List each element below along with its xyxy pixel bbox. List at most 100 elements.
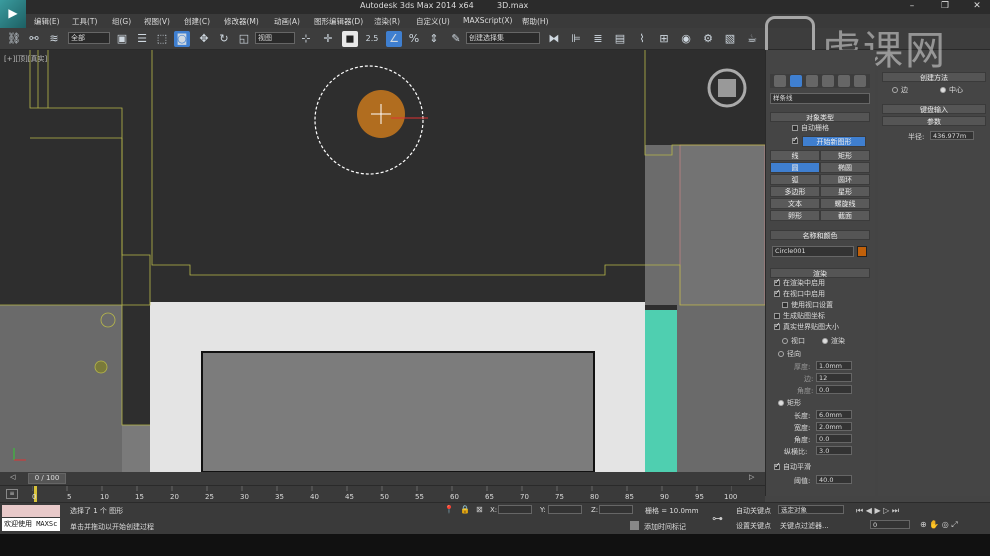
length-input[interactable]: 6.0mm bbox=[816, 410, 852, 419]
helix-button[interactable]: 螺旋线 bbox=[820, 198, 870, 209]
spinner-snap-icon[interactable]: ⇕ bbox=[426, 31, 442, 47]
reference-coord-dropdown[interactable]: 视图 bbox=[255, 32, 295, 44]
menu-tools[interactable]: 工具(T) bbox=[72, 16, 97, 27]
auto-smooth-checkbox[interactable] bbox=[774, 461, 781, 470]
section-button[interactable]: 截面 bbox=[820, 210, 870, 221]
center-radio[interactable] bbox=[940, 87, 946, 93]
rotate-icon[interactable]: ↻ bbox=[216, 31, 232, 47]
key-filters-button[interactable]: 关键点过滤器... bbox=[780, 521, 829, 531]
generate-mapping-checkbox[interactable] bbox=[774, 313, 780, 319]
menu-views[interactable]: 视图(V) bbox=[144, 16, 170, 27]
render-setup-icon[interactable]: ⚙ bbox=[700, 31, 716, 47]
width-input[interactable]: 2.0mm bbox=[816, 422, 852, 431]
name-color-header[interactable]: 名称和颜色 bbox=[770, 230, 870, 240]
donut-button[interactable]: 圆环 bbox=[820, 174, 870, 185]
key-icon[interactable]: ⊶ bbox=[712, 512, 723, 525]
named-selection-dropdown[interactable]: 创建选择集 bbox=[466, 32, 540, 44]
select-by-name-icon[interactable]: ☰ bbox=[134, 31, 150, 47]
rendering-header[interactable]: 渲染 bbox=[770, 268, 870, 278]
object-color-swatch[interactable] bbox=[857, 246, 867, 257]
systems-icon[interactable] bbox=[854, 75, 866, 87]
percent-snap-icon[interactable]: % bbox=[406, 31, 422, 47]
parameters-header[interactable]: 参数 bbox=[882, 116, 986, 126]
select-manipulate-icon[interactable]: ✛ bbox=[320, 31, 336, 47]
helpers-icon[interactable] bbox=[838, 75, 850, 87]
viewport-radio[interactable] bbox=[782, 338, 788, 344]
close-icon[interactable]: ✕ bbox=[970, 1, 984, 13]
viewport-label[interactable]: [+][顶][真实] bbox=[4, 54, 47, 64]
layer-manager-icon[interactable]: ≣ bbox=[590, 31, 606, 47]
move-icon[interactable]: ✥ bbox=[196, 31, 212, 47]
graphite-toggle-icon[interactable]: ▤ bbox=[612, 31, 628, 47]
selected-object-dropdown[interactable]: 选定对象 bbox=[778, 505, 844, 514]
egg-button[interactable]: 卵形 bbox=[770, 210, 820, 221]
pin-icon[interactable]: 📍 bbox=[444, 505, 454, 514]
render-production-icon[interactable]: ☕ bbox=[744, 31, 760, 47]
time-prev-icon[interactable]: ◁ bbox=[10, 473, 24, 484]
viewcube-icon[interactable] bbox=[718, 79, 736, 97]
start-new-shape-checkbox[interactable] bbox=[792, 135, 799, 144]
align-icon[interactable]: ⊫ bbox=[568, 31, 584, 47]
menu-group[interactable]: 组(G) bbox=[112, 16, 131, 27]
enable-in-viewport-checkbox[interactable] bbox=[774, 288, 781, 297]
menu-rendering[interactable]: 渲染(R) bbox=[374, 16, 400, 27]
menu-edit[interactable]: 编辑(E) bbox=[34, 16, 60, 27]
shapes-icon[interactable] bbox=[790, 75, 802, 87]
schematic-view-icon[interactable]: ⊞ bbox=[656, 31, 672, 47]
arc-button[interactable]: 弧 bbox=[770, 174, 820, 185]
object-type-header[interactable]: 对象类型 bbox=[770, 112, 870, 122]
text-button[interactable]: 文本 bbox=[770, 198, 820, 209]
edge-radio[interactable] bbox=[892, 87, 898, 93]
ngon-button[interactable]: 多边形 bbox=[770, 186, 820, 197]
curve-editor-icon[interactable]: ⌇ bbox=[634, 31, 650, 47]
rectangular-radio[interactable] bbox=[778, 400, 784, 406]
window-crossing-icon[interactable]: ◙ bbox=[174, 31, 190, 47]
star-button[interactable]: 星形 bbox=[820, 186, 870, 197]
nav-controls[interactable]: ⊕ ✋ ◎ ⤢ bbox=[920, 520, 958, 530]
track-bar[interactable]: ≡ 0 5 10 15 20 25 30 35 40 45 50 55 60 6… bbox=[0, 485, 765, 502]
radial-angle-input[interactable]: 0.0 bbox=[816, 385, 852, 394]
lock-icon[interactable]: 🔒 bbox=[460, 505, 470, 514]
enable-in-renderer-checkbox[interactable] bbox=[774, 277, 781, 286]
add-time-tag[interactable]: 添加时间标记 bbox=[644, 522, 686, 532]
create-category-icons[interactable] bbox=[770, 74, 870, 88]
auto-grid-checkbox[interactable] bbox=[792, 125, 798, 131]
aspect-input[interactable]: 3.0 bbox=[816, 446, 852, 455]
select-link-icon[interactable]: ⛓ bbox=[6, 31, 22, 47]
edit-named-selection-icon[interactable]: ✎ bbox=[448, 31, 464, 47]
radial-radio[interactable] bbox=[778, 351, 784, 357]
absolute-mode-icon[interactable]: ⊠ bbox=[476, 505, 483, 514]
auto-key-button[interactable]: 自动关键点 bbox=[736, 506, 771, 516]
top-viewport[interactable]: [+][顶][真实] bbox=[0, 50, 765, 472]
sides-input[interactable]: 12 bbox=[816, 373, 852, 382]
ellipse-button[interactable]: 椭圆 bbox=[820, 162, 870, 173]
lights-icon[interactable] bbox=[806, 75, 818, 87]
keyboard-shortcut-override-icon[interactable]: ◼ bbox=[342, 31, 358, 47]
start-new-shape-button[interactable]: 开始新图形 bbox=[802, 136, 866, 147]
menu-modifiers[interactable]: 修改器(M) bbox=[224, 16, 259, 27]
menu-maxscript[interactable]: MAXScript(X) bbox=[463, 16, 512, 25]
time-tag-icon[interactable] bbox=[630, 521, 639, 530]
rectangle-button[interactable]: 矩形 bbox=[820, 150, 870, 161]
pivot-center-icon[interactable]: ⊹ bbox=[298, 31, 314, 47]
line-button[interactable]: 线 bbox=[770, 150, 820, 161]
rendered-frame-icon[interactable]: ▧ bbox=[722, 31, 738, 47]
mini-curve-editor-icon[interactable]: ≡ bbox=[6, 489, 18, 499]
x-coord-input[interactable] bbox=[498, 505, 532, 514]
unlink-icon[interactable]: ⚯ bbox=[26, 31, 42, 47]
maxscript-listener[interactable]: 欢迎使用 MAXSc bbox=[2, 518, 60, 531]
threshold-input[interactable]: 40.0 bbox=[816, 475, 852, 484]
time-next-icon[interactable]: ▷ bbox=[749, 473, 763, 484]
creation-method-header[interactable]: 创建方法 bbox=[882, 72, 986, 82]
time-slider[interactable]: ◁ 0 / 100 ▷ bbox=[0, 472, 765, 485]
keyboard-entry-header[interactable]: 键盘输入 bbox=[882, 104, 986, 114]
select-object-icon[interactable]: ▣ bbox=[114, 31, 130, 47]
viewport-canvas[interactable] bbox=[0, 50, 765, 472]
rect-angle-input[interactable]: 0.0 bbox=[816, 434, 852, 443]
bind-space-warp-icon[interactable]: ≋ bbox=[46, 31, 62, 47]
menu-animation[interactable]: 动画(A) bbox=[274, 16, 300, 27]
minimize-icon[interactable]: – bbox=[905, 1, 919, 13]
material-editor-icon[interactable]: ◉ bbox=[678, 31, 694, 47]
selection-filter-dropdown[interactable]: 全部 bbox=[68, 32, 110, 44]
cameras-icon[interactable] bbox=[822, 75, 834, 87]
